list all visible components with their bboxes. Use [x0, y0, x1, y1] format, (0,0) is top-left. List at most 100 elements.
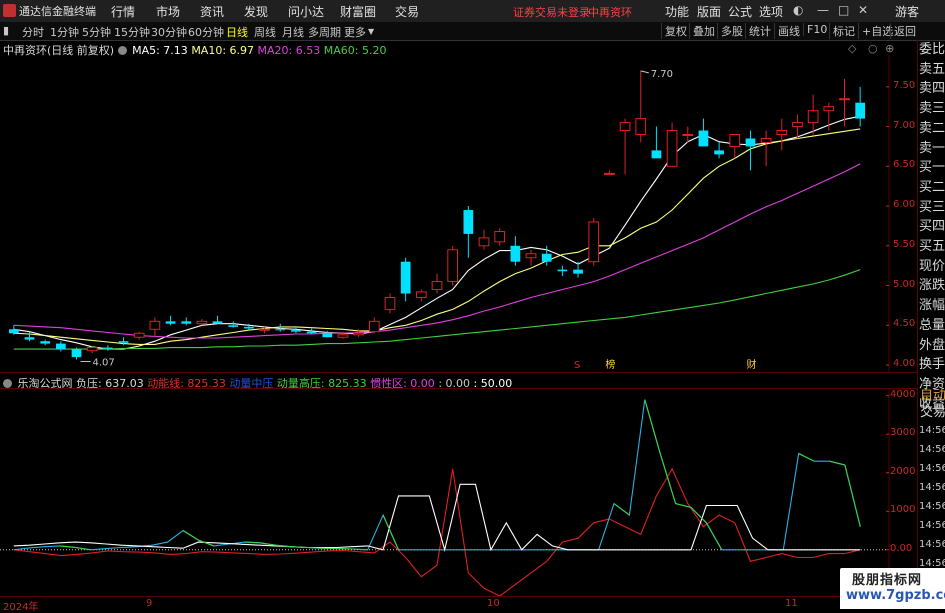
- stock-name-title: 中再资环: [588, 4, 632, 20]
- candle-body-up: [761, 138, 771, 142]
- indicator-segment: [75, 547, 90, 549]
- candle: [526, 250, 536, 266]
- indicator-segment: [830, 461, 845, 465]
- btn-mark[interactable]: 标记: [829, 23, 855, 39]
- guest-login[interactable]: 游客: [895, 3, 919, 20]
- skin-icon[interactable]: ◐: [793, 3, 803, 17]
- quote-field-13: 涨幅: [918, 296, 945, 316]
- period-tab-daily[interactable]: 日线: [226, 24, 248, 40]
- indicator-segment: [645, 400, 660, 454]
- candle: [72, 348, 82, 360]
- btn-multi-stock[interactable]: 多股: [717, 23, 743, 39]
- indicator-line-2: [14, 484, 861, 550]
- candle-body-up: [432, 282, 442, 290]
- price-axis: 7.507.006.506.005.505.004.504.00: [890, 55, 917, 373]
- candle: [213, 316, 223, 324]
- period-tab-5min[interactable]: 5分钟: [82, 24, 111, 40]
- candle-body-down: [275, 329, 285, 330]
- menu-quotes[interactable]: 行情: [111, 3, 135, 20]
- btn-f10[interactable]: F10: [803, 23, 827, 36]
- candle: [463, 206, 473, 258]
- pane-controls: ◇ ○ ⊕: [848, 42, 894, 55]
- event-marker-2: 财: [746, 358, 756, 371]
- diamond-icon[interactable]: ◇: [848, 42, 856, 55]
- menu-wealth-circle[interactable]: 财富圈: [340, 3, 376, 20]
- candle: [652, 127, 662, 159]
- candle-body-down: [558, 270, 568, 272]
- period-tab-60min[interactable]: 60分钟: [188, 24, 224, 40]
- event-marker-0: S: [574, 360, 580, 371]
- sub-label-0: 4000: [890, 389, 915, 400]
- btn-statistics[interactable]: 统计: [745, 23, 771, 39]
- candle-body-up: [636, 119, 646, 135]
- trade-label[interactable]: 交易: [918, 404, 945, 421]
- period-toolbar: ▮ 分时 1分钟 5分钟 15分钟 30分钟 60分钟 日线 周线 月线 多周期…: [0, 22, 945, 41]
- candle: [369, 317, 379, 333]
- circle-icon[interactable]: ○: [868, 42, 878, 55]
- menu-news[interactable]: 资讯: [200, 3, 224, 20]
- close-icon[interactable]: ✕: [858, 3, 868, 17]
- period-tab-more[interactable]: 更多: [344, 24, 366, 40]
- btn-overlay[interactable]: 叠加: [689, 23, 715, 39]
- candle: [197, 319, 207, 325]
- minimize-icon[interactable]: —: [817, 3, 829, 17]
- quote-field-3: 卖三: [918, 99, 945, 119]
- candle: [558, 266, 568, 276]
- auto-label[interactable]: 自动: [918, 387, 945, 404]
- indicator-segment: [352, 549, 367, 550]
- btn-draw-line[interactable]: 画线: [774, 23, 800, 39]
- candle: [40, 340, 50, 346]
- period-tab-30min[interactable]: 30分钟: [151, 24, 187, 40]
- settings-dot-icon[interactable]: [118, 46, 127, 55]
- btn-adjust[interactable]: 复权: [661, 23, 687, 39]
- period-tab-multi[interactable]: 多周期: [308, 24, 341, 40]
- period-tab-1min[interactable]: 1分钟: [50, 24, 79, 40]
- side-toggle-icon[interactable]: ▮: [3, 24, 9, 37]
- candle-body-down: [181, 321, 191, 323]
- price-label-2: 6.50: [893, 159, 915, 170]
- period-tab-monthly[interactable]: 月线: [282, 24, 304, 40]
- menu-function[interactable]: 功能: [665, 3, 689, 20]
- period-tab-intraday[interactable]: 分时: [22, 24, 44, 40]
- period-tab-15min[interactable]: 15分钟: [114, 24, 150, 40]
- candle-body-down: [56, 344, 66, 350]
- btn-back[interactable]: 返回: [890, 23, 916, 39]
- year-label: 2024年: [3, 598, 38, 613]
- candlestick-chart[interactable]: 7.704.07S榜财: [0, 55, 917, 373]
- menu-layout[interactable]: 版面: [697, 3, 721, 20]
- quote-field-1: 卖五: [918, 60, 945, 80]
- candle-body-up: [87, 348, 97, 351]
- price-label-0: 7.50: [893, 80, 915, 91]
- period-tab-weekly[interactable]: 周线: [254, 24, 276, 40]
- sub-label-4: 0.00: [890, 543, 912, 554]
- sub-settings-dot-icon[interactable]: [3, 379, 12, 388]
- candle: [589, 218, 599, 266]
- candle: [416, 290, 426, 302]
- menu-trade[interactable]: 交易: [395, 3, 419, 20]
- quote-field-6: 买一: [918, 158, 945, 178]
- month-label-9: 9: [146, 598, 152, 609]
- indicator-segment: [60, 546, 75, 548]
- btn-add-watchlist[interactable]: +自选: [858, 23, 893, 39]
- quote-field-14: 总量: [918, 316, 945, 336]
- indicator-chart[interactable]: [0, 388, 917, 596]
- menu-ask-xiaoda[interactable]: 问小达: [288, 3, 324, 20]
- candle-body-up: [793, 123, 803, 127]
- menu-market[interactable]: 市场: [156, 3, 180, 20]
- candle: [808, 95, 818, 135]
- maximize-icon[interactable]: □: [838, 3, 849, 17]
- zoom-icon[interactable]: ⊕: [885, 42, 894, 55]
- menu-discover[interactable]: 发现: [244, 3, 268, 20]
- menu-formula[interactable]: 公式: [728, 3, 752, 20]
- trade-login-notice[interactable]: 证券交易未登录: [513, 4, 590, 20]
- watermark-title: 股朋指标网: [852, 569, 922, 588]
- menu-options[interactable]: 选项: [759, 3, 783, 20]
- title-bar: 通达信金融终端 行情 市场 资讯 发现 问小达 财富圈 交易 证券交易未登录 中…: [0, 0, 945, 23]
- price-label-6: 4.50: [893, 318, 915, 329]
- candle-body-up: [479, 238, 489, 246]
- candle: [134, 332, 144, 340]
- more-dropdown-icon[interactable]: ▼: [368, 27, 374, 36]
- high-pointer: [641, 71, 649, 73]
- candle: [667, 123, 677, 167]
- indicator-axis: 40003000200010000.00: [888, 388, 917, 596]
